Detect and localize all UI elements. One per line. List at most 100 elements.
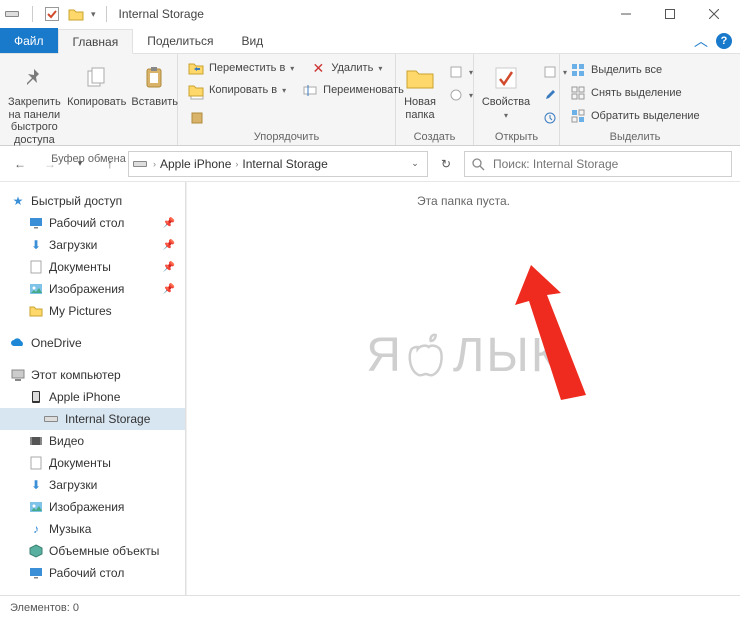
rename-button[interactable]: Переименовать [298, 80, 408, 100]
tab-view[interactable]: Вид [227, 28, 277, 53]
empty-folder-text: Эта папка пуста. [187, 194, 740, 208]
select-all-button[interactable]: Выделить все [566, 60, 704, 80]
pin-icon: 📌 [163, 284, 175, 295]
properties-icon [490, 62, 522, 94]
qat-checkbox-icon[interactable] [43, 5, 61, 23]
crumb-root[interactable]: › [153, 159, 156, 169]
tree-this-pc[interactable]: Этот компьютер [0, 364, 185, 386]
new-folder-label: Новая папка [404, 96, 436, 121]
crumb-internal[interactable]: Internal Storage [242, 157, 327, 171]
delete-button[interactable]: ✕Удалить ▾ [306, 58, 386, 78]
refresh-button[interactable]: ↻ [434, 152, 458, 176]
qat-dropdown-icon[interactable]: ▾ [91, 9, 96, 20]
select-none-icon [570, 85, 586, 101]
tab-share[interactable]: Поделиться [133, 28, 227, 53]
phone-icon [28, 389, 44, 405]
main-area: ★Быстрый доступ Рабочий стол📌 ⬇Загрузки📌… [0, 182, 740, 595]
search-box[interactable] [464, 151, 732, 177]
quick-access-toolbar: ▾ [4, 5, 111, 23]
pin-quick-access-button[interactable]: Закрепить на панели быстрого доступа [6, 58, 63, 151]
document-icon [28, 455, 44, 471]
pin-label: Закрепить на панели быстрого доступа [8, 96, 61, 147]
collapse-ribbon-icon[interactable]: ︿ [694, 31, 708, 51]
new-item-button[interactable]: ▾ [444, 62, 477, 82]
folder-content: Эта папка пуста. Я ЛЫК [186, 182, 740, 595]
back-button[interactable]: ← [8, 152, 32, 176]
download-icon: ⬇ [28, 237, 44, 253]
group-organize-label: Упорядочить [184, 129, 389, 143]
recent-dropdown[interactable]: ▾ [68, 152, 92, 176]
nav-tree[interactable]: ★Быстрый доступ Рабочий стол📌 ⬇Загрузки📌… [0, 182, 186, 595]
desktop-icon [28, 565, 44, 581]
address-dropdown[interactable]: ⌄ [407, 152, 423, 176]
tree-onedrive[interactable]: OneDrive [0, 332, 185, 354]
tree-documents[interactable]: Документы📌 [0, 256, 185, 278]
tree-video[interactable]: Видео [0, 430, 185, 452]
help-icon[interactable]: ? [716, 33, 732, 49]
folder-icon [28, 303, 44, 319]
tree-quick-access[interactable]: ★Быстрый доступ [0, 190, 185, 212]
paste-button[interactable]: Вставить [131, 58, 179, 113]
search-icon [471, 157, 485, 171]
new-folder-button[interactable]: Новая папка [402, 58, 438, 125]
tree-pictures[interactable]: Изображения📌 [0, 278, 185, 300]
group-organize: Переместить в ▾ ✕Удалить ▾ Копировать в … [178, 54, 396, 145]
folder-icon[interactable] [67, 5, 85, 23]
paste-icon [139, 62, 171, 94]
select-none-button[interactable]: Снять выделение [566, 83, 704, 103]
title-bar: ▾ Internal Storage [0, 0, 740, 28]
invert-icon [570, 108, 586, 124]
music-icon: ♪ [28, 521, 44, 537]
apple-icon [403, 327, 453, 383]
tree-documents2[interactable]: Документы [0, 452, 185, 474]
crumb-iphone[interactable]: Apple iPhone› [160, 157, 238, 171]
tree-downloads[interactable]: ⬇Загрузки📌 [0, 234, 185, 256]
group-new-label: Создать [402, 129, 467, 143]
copy-icon [81, 62, 113, 94]
star-icon: ★ [10, 193, 26, 209]
picture-icon [28, 499, 44, 515]
copy-button[interactable]: Копировать [69, 58, 125, 113]
close-button[interactable] [692, 0, 736, 28]
nav-row: ← → ▾ ↑ › Apple iPhone› Internal Storage… [0, 146, 740, 182]
forward-button[interactable]: → [38, 152, 62, 176]
drive-icon [4, 5, 22, 23]
move-to-button[interactable]: Переместить в ▾ [184, 58, 298, 78]
easy-access-button[interactable]: ▾ [444, 85, 477, 105]
invert-selection-button[interactable]: Обратить выделение [566, 106, 704, 126]
cloud-icon [10, 335, 26, 351]
tree-desktop[interactable]: Рабочий стол📌 [0, 212, 185, 234]
pin-icon: 📌 [163, 262, 175, 273]
properties-button[interactable]: Свойства ▾ [480, 58, 532, 124]
tree-desktop2[interactable]: Рабочий стол [0, 562, 185, 584]
tree-music[interactable]: ♪Музыка [0, 518, 185, 540]
tree-pictures2[interactable]: Изображения [0, 496, 185, 518]
group-new: Новая папка ▾ ▾ Создать [396, 54, 474, 145]
copy-label: Копировать [67, 96, 126, 109]
status-bar: Элементов: 0 [0, 595, 740, 619]
separator [106, 6, 107, 22]
ribbon: Закрепить на панели быстрого доступа Коп… [0, 54, 740, 146]
group-select-label: Выделить [566, 129, 704, 143]
tree-internal-storage[interactable]: Internal Storage [0, 408, 185, 430]
tree-3d[interactable]: Объемные объекты [0, 540, 185, 562]
annotation-arrow [491, 265, 601, 405]
tree-iphone[interactable]: Apple iPhone [0, 386, 185, 408]
minimize-button[interactable] [604, 0, 648, 28]
tree-mypictures[interactable]: My Pictures [0, 300, 185, 322]
tab-home[interactable]: Главная [58, 29, 134, 54]
address-bar[interactable]: › Apple iPhone› Internal Storage ⌄ [128, 151, 428, 177]
tree-downloads2[interactable]: ⬇Загрузки [0, 474, 185, 496]
maximize-button[interactable] [648, 0, 692, 28]
pc-icon [10, 367, 26, 383]
up-button[interactable]: ↑ [98, 152, 122, 176]
copy-to-button[interactable]: Копировать в ▾ [184, 80, 290, 100]
pin-icon: 📌 [163, 218, 175, 229]
tab-file[interactable]: Файл [0, 28, 58, 53]
search-input[interactable] [491, 156, 725, 172]
item-count: Элементов: 0 [10, 602, 79, 614]
properties-label: Свойства [482, 96, 530, 109]
drive-crumb-icon [133, 159, 149, 169]
window-title: Internal Storage [119, 7, 204, 21]
drive-icon [44, 411, 60, 427]
